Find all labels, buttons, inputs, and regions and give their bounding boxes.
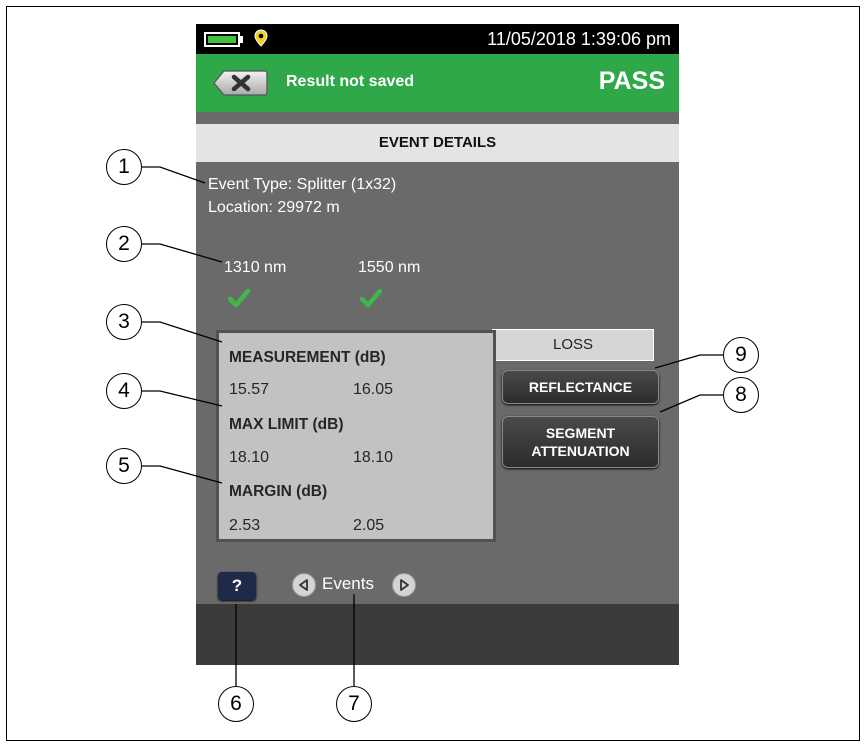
leader-line-3 <box>142 321 223 343</box>
callout-7: 7 <box>336 686 372 722</box>
callout-4: 4 <box>106 373 142 409</box>
leader-line-4 <box>142 390 223 407</box>
leader-line-8 <box>659 394 723 413</box>
callout-2: 2 <box>106 226 142 262</box>
callout-3: 3 <box>106 304 142 340</box>
leader-line-2 <box>142 243 223 263</box>
callout-8: 8 <box>723 377 759 413</box>
leader-line-9 <box>654 354 723 369</box>
callout-5: 5 <box>106 448 142 484</box>
callout-6: 6 <box>218 686 254 722</box>
callout-9: 9 <box>723 337 759 373</box>
callout-1: 1 <box>106 149 142 185</box>
leader-line-1 <box>142 166 206 184</box>
leader-line-5 <box>142 465 223 484</box>
